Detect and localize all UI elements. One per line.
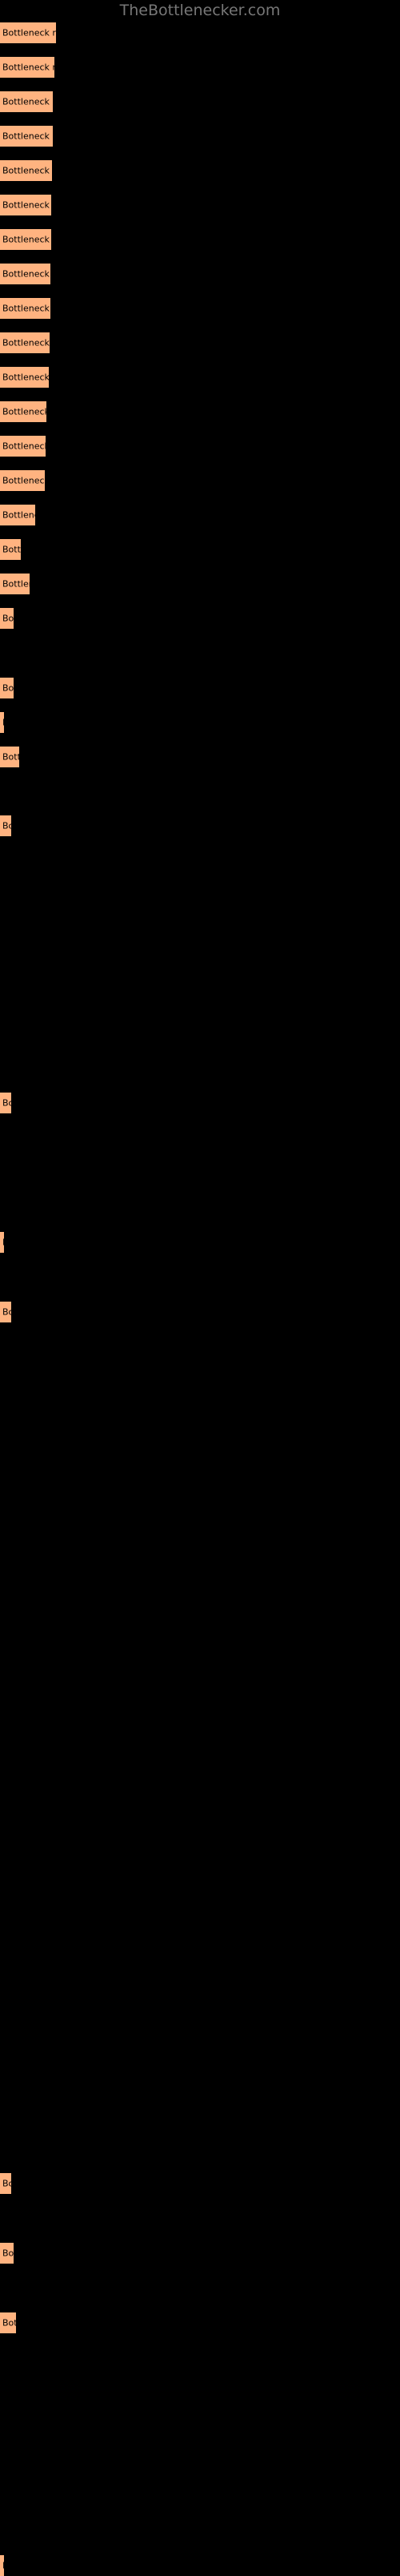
chart-bar-label: Bottleneck result xyxy=(2,2317,16,2328)
chart-bar: Bottleneck result xyxy=(0,2312,16,2333)
chart-bar-label: Bottleneck result xyxy=(2,27,56,38)
chart-bar: Bottleneck result xyxy=(0,160,52,181)
chart-bar: Bottleneck result xyxy=(0,91,53,112)
chart-bar-label: Bottleneck result xyxy=(2,1306,11,1318)
chart-bar: Bottleneck result xyxy=(0,367,49,388)
chart-bar: Bottleneck result xyxy=(0,574,30,594)
chart-bar: Bottleneck result xyxy=(0,678,14,698)
chart-bar: Bottleneck result xyxy=(0,22,56,43)
chart-bar-label: Bottleneck result xyxy=(2,96,53,107)
chart-bar-label: Bottleneck result xyxy=(2,441,46,452)
chart-bar-label: Bottleneck result xyxy=(2,131,53,142)
chart-bar-label: Bottleneck result xyxy=(2,1097,11,1109)
chart-bar-label: Bottleneck result xyxy=(2,2248,14,2259)
chart-bar-label: Bottleneck result xyxy=(2,613,14,624)
chart-bar-label: Bottleneck result xyxy=(2,234,51,245)
chart-bar: Bottleneck result xyxy=(0,505,35,525)
chart-bar-label: Bottleneck result xyxy=(2,544,21,555)
chart-bar-label: Bottleneck result xyxy=(2,682,14,694)
chart-bar: Bottleneck result xyxy=(0,712,4,733)
chart-bar-label: Bottleneck result xyxy=(2,268,50,280)
chart-bar: Bottleneck result xyxy=(0,1302,11,1322)
chart-bar: Bottleneck result xyxy=(0,298,50,319)
chart-bar: Bottleneck result xyxy=(0,747,19,767)
chart-bar: Bottleneck result xyxy=(0,401,46,422)
chart-bar: Bottleneck result xyxy=(0,436,46,457)
chart-bar: Bottleneck result xyxy=(0,2243,14,2264)
chart-bar-label: Bottleneck result xyxy=(2,2178,11,2189)
chart-bar-label: Bottleneck result xyxy=(2,2561,4,2571)
chart-bar-label: Bottleneck result xyxy=(2,165,52,176)
chart-bar-label: Bottleneck result xyxy=(2,199,51,211)
chart-bar-label: Bottleneck result xyxy=(2,62,54,73)
chart-bar-label: Bottleneck result xyxy=(2,509,35,521)
chart-bar-label: Bottleneck result xyxy=(2,578,30,590)
chart-bar: Bottleneck result xyxy=(0,332,50,353)
chart-bar-label: Bottleneck result xyxy=(2,475,45,486)
chart-bar-label: Bottleneck result xyxy=(2,1238,4,1248)
bottleneck-bar-chart: Bottleneck result Bottleneck result Bottle… xyxy=(0,0,400,2576)
chart-bar-label: Bottleneck result xyxy=(2,718,4,728)
chart-bar-label: Bottleneck result xyxy=(2,406,46,417)
chart-bar-label: Bottleneck result xyxy=(2,820,11,831)
chart-bar-label: Bottleneck result xyxy=(2,372,49,383)
chart-bar: Bottleneck result xyxy=(0,57,54,78)
chart-bar: Bottleneck result xyxy=(0,126,53,147)
chart-bar-label: Bottleneck result xyxy=(2,751,19,763)
chart-bar: Bottleneck result xyxy=(0,1232,4,1253)
chart-bar: Bottleneck result xyxy=(0,195,51,215)
chart-bar: Bottleneck result xyxy=(0,1093,11,1113)
chart-bar: Bottleneck result xyxy=(0,608,14,629)
chart-bar-label: Bottleneck result xyxy=(2,337,50,348)
chart-bar: Bottleneck result xyxy=(0,264,50,284)
chart-bar-label: Bottleneck result xyxy=(2,303,50,314)
chart-bar: Bottleneck result xyxy=(0,539,21,560)
chart-bar: Bottleneck result xyxy=(0,2173,11,2194)
chart-bar: Bottleneck result xyxy=(0,229,51,250)
chart-bar: Bottleneck result xyxy=(0,815,11,836)
chart-bar: Bottleneck result xyxy=(0,470,45,491)
chart-bar: Bottleneck result xyxy=(0,2555,4,2576)
